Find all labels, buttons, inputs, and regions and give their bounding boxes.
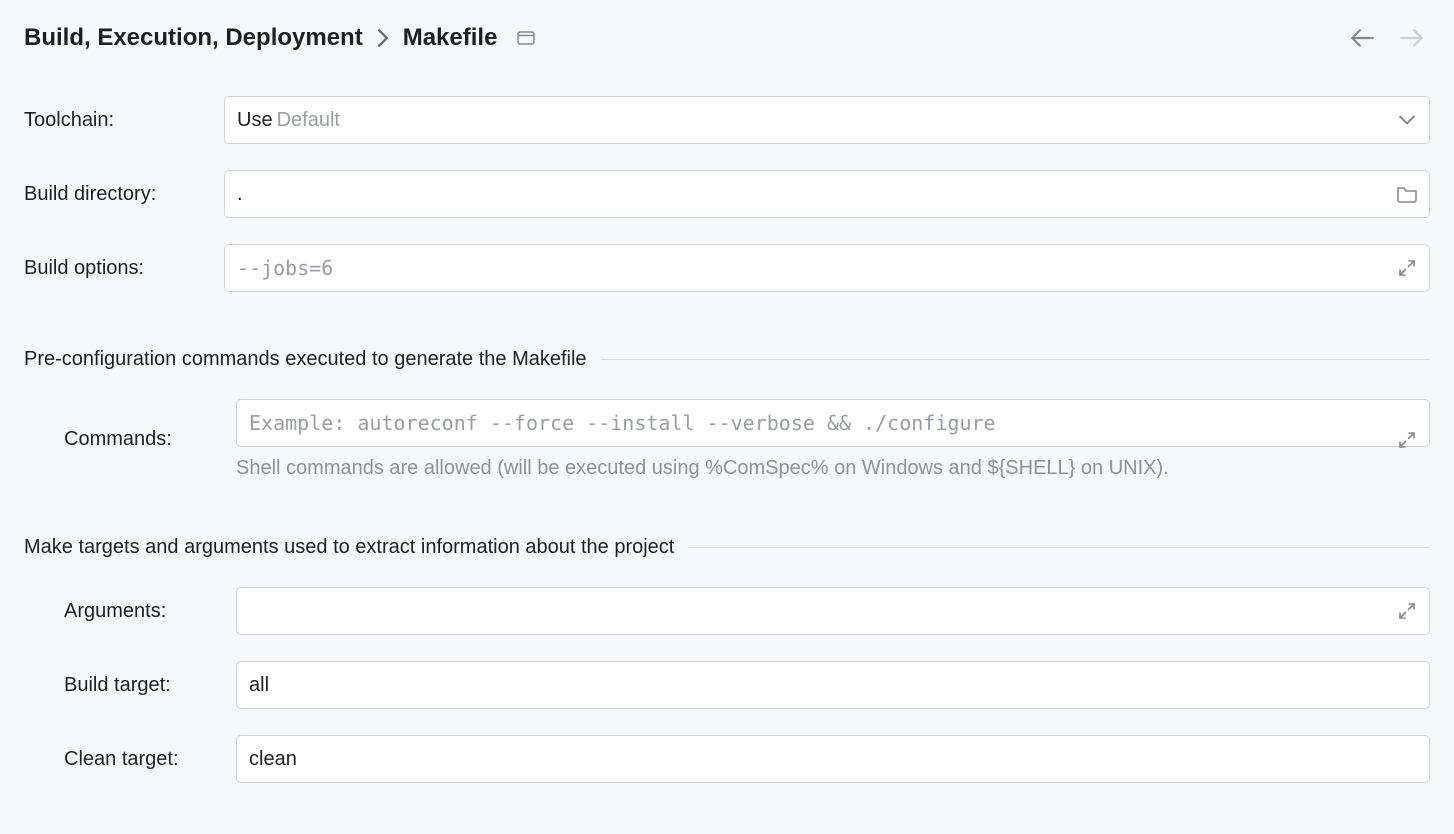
- clean-target-label: Clean target:: [24, 748, 236, 771]
- breadcrumb-root[interactable]: Build, Execution, Deployment: [24, 24, 363, 52]
- section-preconfig: Pre-configuration commands executed to g…: [24, 348, 1430, 371]
- arguments-input[interactable]: [236, 587, 1430, 635]
- toolchain-select[interactable]: Use Default: [224, 96, 1430, 144]
- row-clean-target: Clean target: clean: [24, 735, 1430, 783]
- clean-target-input[interactable]: clean: [236, 735, 1430, 783]
- folder-browse-icon[interactable]: [1394, 181, 1420, 207]
- nav-forward-button: [1394, 20, 1430, 56]
- build-directory-value: .: [237, 183, 243, 206]
- section-targets: Make targets and arguments used to extra…: [24, 536, 1430, 559]
- build-options-label: Build options:: [24, 257, 224, 280]
- row-build-options: Build options: --jobs=6: [24, 244, 1430, 292]
- arguments-label: Arguments:: [24, 600, 236, 623]
- build-directory-input[interactable]: .: [224, 170, 1430, 218]
- expand-icon[interactable]: [1394, 427, 1420, 453]
- section-rule: [601, 359, 1430, 360]
- toolchain-value-prefix: Use: [237, 109, 273, 132]
- breadcrumb-leaf: Makefile: [403, 24, 498, 52]
- build-options-input[interactable]: --jobs=6: [224, 244, 1430, 292]
- build-target-value: all: [249, 674, 269, 697]
- section-targets-title: Make targets and arguments used to extra…: [24, 536, 674, 559]
- toolchain-label: Toolchain:: [24, 109, 224, 132]
- commands-hint: Shell commands are allowed (will be exec…: [236, 457, 1430, 480]
- row-build-target: Build target: all: [24, 661, 1430, 709]
- commands-placeholder: Example: autoreconf --force --install --…: [249, 411, 996, 435]
- project-scope-icon: [517, 31, 535, 45]
- build-target-input[interactable]: all: [236, 661, 1430, 709]
- row-toolchain: Toolchain: Use Default: [24, 96, 1430, 144]
- header: Build, Execution, Deployment Makefile: [24, 20, 1430, 56]
- section-rule: [688, 547, 1430, 548]
- section-preconfig-title: Pre-configuration commands executed to g…: [24, 348, 587, 371]
- commands-input[interactable]: Example: autoreconf --force --install --…: [236, 399, 1430, 447]
- chevron-right-icon: [377, 29, 389, 47]
- row-arguments: Arguments:: [24, 587, 1430, 635]
- toolchain-value-suffix: Default: [277, 109, 340, 132]
- build-directory-label: Build directory:: [24, 183, 224, 206]
- clean-target-value: clean: [249, 748, 297, 771]
- chevron-down-icon[interactable]: [1394, 107, 1420, 133]
- commands-label: Commands:: [24, 428, 236, 451]
- nav-back-button[interactable]: [1344, 20, 1380, 56]
- expand-icon[interactable]: [1394, 255, 1420, 281]
- row-commands: Commands: Example: autoreconf --force --…: [24, 399, 1430, 480]
- build-options-placeholder: --jobs=6: [237, 256, 333, 280]
- expand-icon[interactable]: [1394, 598, 1420, 624]
- row-build-directory: Build directory: .: [24, 170, 1430, 218]
- build-target-label: Build target:: [24, 674, 236, 697]
